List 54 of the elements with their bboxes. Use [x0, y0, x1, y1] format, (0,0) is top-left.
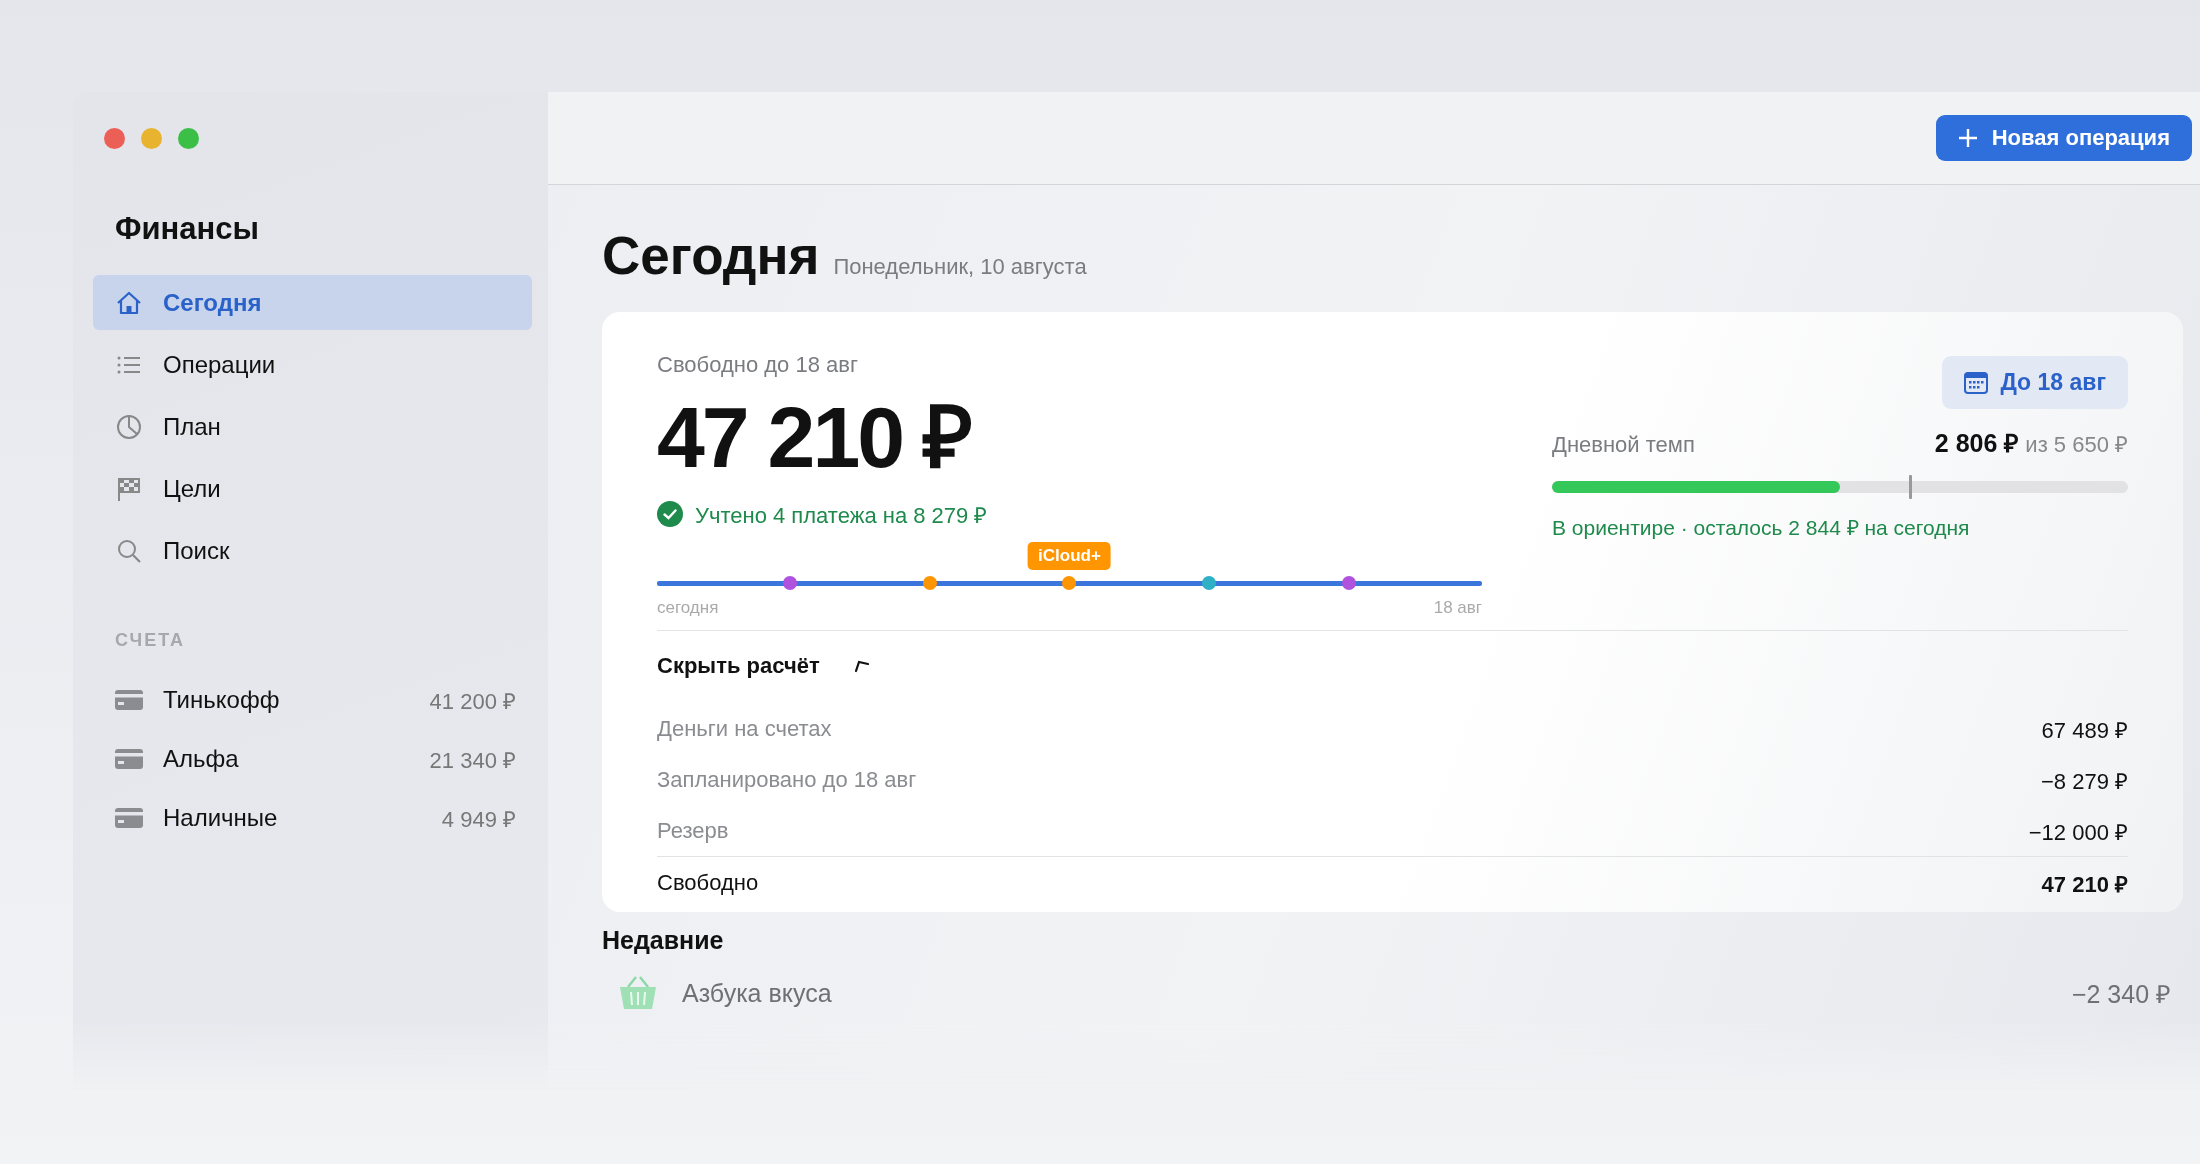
breakdown-label: Деньги на счетах: [657, 715, 832, 742]
calendar-icon: [1964, 371, 1989, 394]
payment-label: iCloud+: [1028, 542, 1111, 571]
card-icon: [115, 690, 143, 710]
zoom-button[interactable]: [178, 128, 199, 149]
date-label: Понедельник, 10 августа: [833, 254, 1087, 280]
sidebar-item[interactable]: Поиск: [93, 523, 532, 578]
axis-label: 18 авг: [1433, 597, 1482, 618]
new-operation-button[interactable]: Новая операция: [1935, 115, 2192, 161]
pace-label: Дневной темп: [1552, 432, 1695, 458]
pace-limit: из 5 650 ₽: [2025, 431, 2128, 458]
free-amount: 47 210 ₽: [657, 390, 972, 485]
pace-value: 2 806 ₽: [1934, 428, 2020, 459]
breakdown-value: −8 279 ₽: [2041, 767, 2128, 795]
sidebar-item[interactable]: Операции: [93, 337, 532, 392]
section-heading: СЧЕТА: [115, 630, 186, 651]
breakdown-value: 47 210 ₽: [2041, 870, 2128, 898]
payment-marker[interactable]: [1342, 576, 1357, 591]
checkmark-icon: [657, 500, 683, 527]
card-icon: [115, 749, 143, 769]
section-title: Недавние: [602, 926, 725, 955]
breakdown-value: −12 000 ₽: [2028, 818, 2128, 846]
status-text: Учтено 4 платежа на 8 279 ₽: [695, 501, 988, 529]
account-balance: 4 949 ₽: [441, 806, 516, 833]
sidebar-item[interactable]: План: [93, 399, 532, 454]
period-button[interactable]: До 18 авг: [1942, 356, 2128, 409]
plus-icon: [1957, 128, 1978, 148]
hide-calculation-toggle[interactable]: Скрыть расчёт: [657, 653, 872, 680]
payment-marker[interactable]: [782, 576, 797, 591]
caption: Свободно до 18 авг: [657, 352, 859, 378]
breakdown-label: Свободно: [657, 869, 759, 896]
app-title: Финансы: [115, 211, 260, 247]
transaction-row[interactable]: Азбука вкуса −2 340 ₽: [602, 955, 2183, 1013]
sidebar-item[interactable]: Сегодня: [93, 275, 532, 330]
account-balance: 21 340 ₽: [429, 747, 516, 774]
transaction-name: Азбука вкуса: [682, 978, 833, 1008]
account-item[interactable]: Наличные 4 949 ₽: [93, 797, 532, 839]
payment-marker[interactable]: [1202, 576, 1217, 591]
breakdown-value: 67 489 ₽: [2041, 716, 2128, 744]
account-balance: 41 200 ₽: [429, 688, 516, 715]
pie-chart-icon: [115, 412, 143, 441]
card-icon: [115, 808, 143, 828]
breakdown-label: Запланировано до 18 авг: [657, 766, 917, 793]
account-item[interactable]: Тинькофф 41 200 ₽: [93, 679, 532, 721]
sidebar-item[interactable]: Цели: [93, 461, 532, 516]
pace-status: В ориентире · осталось 2 844 ₽ на сегодня: [1552, 515, 1971, 541]
axis-label: сегодня: [657, 597, 719, 618]
payment-marker[interactable]: [922, 576, 937, 591]
transaction-amount: −2 340 ₽: [2071, 979, 2171, 1010]
account-item[interactable]: Альфа 21 340 ₽: [93, 738, 532, 780]
chevron-icon: [853, 659, 872, 674]
breakdown-label: Резерв: [657, 817, 729, 844]
page-title: Сегодня: [602, 225, 820, 286]
close-button[interactable]: [104, 128, 125, 149]
